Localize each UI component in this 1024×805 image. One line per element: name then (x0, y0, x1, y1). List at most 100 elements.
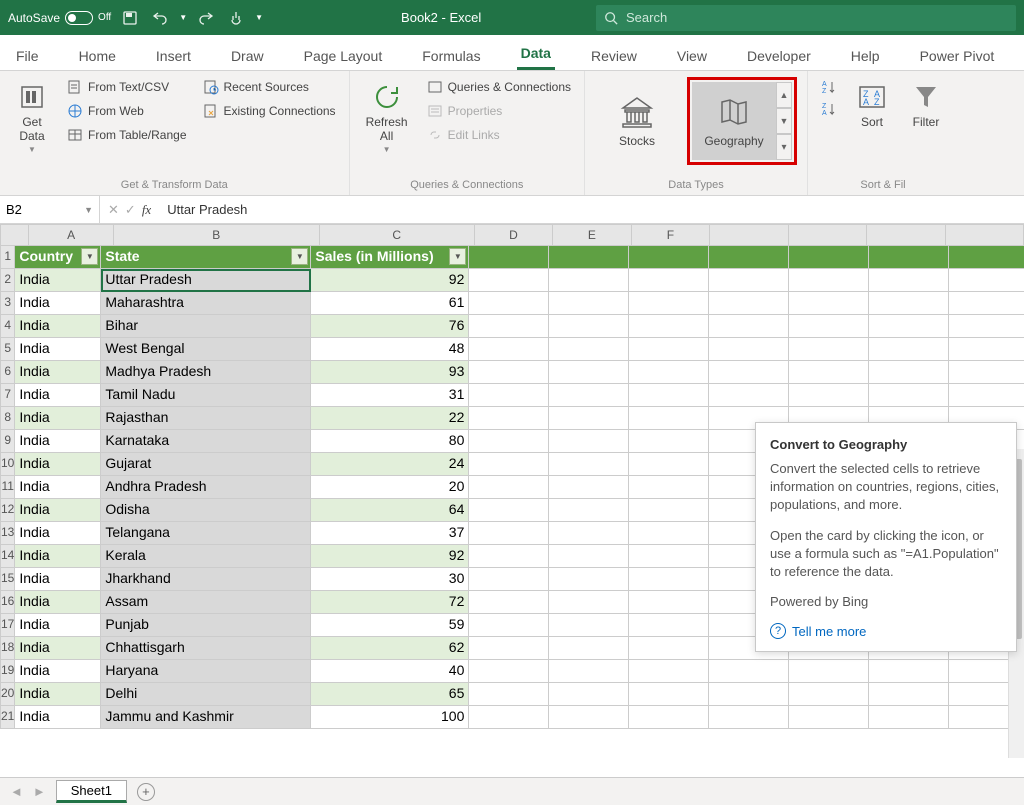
cell[interactable] (469, 384, 549, 407)
cell[interactable] (469, 614, 549, 637)
cell[interactable]: Gujarat (101, 453, 311, 476)
row-header[interactable]: 7 (0, 384, 15, 407)
tab-power-pivot[interactable]: Power Pivot (916, 48, 999, 70)
cell[interactable] (629, 476, 709, 499)
cell[interactable]: Chhattisgarh (101, 637, 311, 660)
cell[interactable]: Assam (101, 591, 311, 614)
cell[interactable] (469, 292, 549, 315)
cell[interactable] (549, 683, 629, 706)
cell[interactable]: 24 (311, 453, 469, 476)
cell[interactable]: Madhya Pradesh (101, 361, 311, 384)
undo-icon[interactable] (149, 7, 171, 29)
row-header[interactable]: 14 (0, 545, 15, 568)
cell[interactable] (789, 315, 869, 338)
cell[interactable]: India (15, 315, 101, 338)
cell[interactable] (629, 499, 709, 522)
cell[interactable] (549, 407, 629, 430)
cell[interactable] (629, 430, 709, 453)
name-box[interactable]: B2▼ (0, 196, 100, 223)
cell[interactable]: India (15, 361, 101, 384)
cell[interactable] (869, 292, 949, 315)
cell[interactable]: 30 (311, 568, 469, 591)
cell[interactable] (709, 338, 789, 361)
cell[interactable] (629, 568, 709, 591)
cell[interactable] (549, 361, 629, 384)
sheet-nav-prev[interactable]: ◄ (10, 784, 23, 799)
cell[interactable] (869, 384, 949, 407)
autosave-toggle[interactable]: AutoSave Off (8, 11, 111, 25)
touch-mode-icon[interactable] (225, 7, 247, 29)
data-type-up[interactable]: ▲ (776, 82, 792, 108)
cell[interactable] (629, 292, 709, 315)
filter-button[interactable]: Filter (904, 77, 948, 133)
refresh-all-button[interactable]: Refresh All ▼ (360, 77, 414, 158)
data-type-more[interactable]: ▾ (776, 134, 792, 160)
table-header-a[interactable]: Country▼ (15, 246, 101, 269)
redo-icon[interactable] (195, 7, 217, 29)
formula-bar[interactable]: Uttar Pradesh (159, 202, 1024, 217)
row-header[interactable]: 12 (0, 499, 15, 522)
queries-connections-button[interactable]: Queries & Connections (424, 77, 574, 97)
sort-asc-button[interactable]: AZ (818, 77, 840, 97)
cell[interactable]: Tamil Nadu (101, 384, 311, 407)
cell[interactable]: Uttar Pradesh (101, 269, 311, 292)
from-table-range-button[interactable]: From Table/Range (64, 125, 190, 145)
tab-data[interactable]: Data (517, 45, 555, 70)
cell[interactable] (629, 545, 709, 568)
cell[interactable]: 92 (311, 269, 469, 292)
cell[interactable]: India (15, 522, 101, 545)
cell[interactable] (549, 315, 629, 338)
cell[interactable] (789, 706, 869, 729)
cell[interactable] (629, 338, 709, 361)
existing-connections-button[interactable]: Existing Connections (200, 101, 339, 121)
tab-review[interactable]: Review (587, 48, 641, 70)
cancel-formula-icon[interactable]: ✕ (108, 202, 119, 218)
cell[interactable]: Jharkhand (101, 568, 311, 591)
row-header[interactable]: 18 (0, 637, 15, 660)
tab-file[interactable]: File (12, 48, 43, 70)
cell[interactable]: Punjab (101, 614, 311, 637)
cell[interactable]: India (15, 568, 101, 591)
cell[interactable] (549, 476, 629, 499)
sheet-tab-active[interactable]: Sheet1 (56, 780, 127, 803)
cell[interactable] (629, 614, 709, 637)
cell[interactable] (469, 338, 549, 361)
cell[interactable]: 72 (311, 591, 469, 614)
row-header[interactable]: 3 (0, 292, 15, 315)
cell[interactable] (789, 269, 869, 292)
cell[interactable]: India (15, 637, 101, 660)
table-header-c[interactable]: Sales (in Millions)▼ (311, 246, 469, 269)
cell[interactable]: India (15, 476, 101, 499)
col-header-j[interactable] (946, 224, 1024, 246)
cell[interactable]: Karnataka (101, 430, 311, 453)
cell[interactable]: 61 (311, 292, 469, 315)
cell[interactable]: India (15, 292, 101, 315)
cell[interactable]: Rajasthan (101, 407, 311, 430)
cell[interactable] (629, 706, 709, 729)
cell[interactable] (549, 706, 629, 729)
tab-home[interactable]: Home (75, 48, 120, 70)
sort-desc-button[interactable]: ZA (818, 99, 840, 119)
cell[interactable]: India (15, 614, 101, 637)
cell[interactable]: Kerala (101, 545, 311, 568)
col-header-g[interactable] (710, 224, 788, 246)
cell[interactable]: India (15, 407, 101, 430)
cell[interactable] (549, 545, 629, 568)
stocks-data-type[interactable]: Stocks (595, 82, 679, 160)
save-icon[interactable] (119, 7, 141, 29)
cell[interactable] (709, 269, 789, 292)
cell[interactable] (789, 292, 869, 315)
data-type-down[interactable]: ▼ (776, 108, 792, 134)
from-web-button[interactable]: From Web (64, 101, 190, 121)
cell[interactable]: India (15, 591, 101, 614)
sheet-nav-next[interactable]: ► (33, 784, 46, 799)
cell[interactable]: Telangana (101, 522, 311, 545)
recent-sources-button[interactable]: Recent Sources (200, 77, 339, 97)
filter-dropdown-icon[interactable]: ▼ (291, 248, 308, 265)
filter-dropdown-icon[interactable]: ▼ (449, 248, 466, 265)
cell[interactable] (469, 660, 549, 683)
cell[interactable] (469, 706, 549, 729)
cell[interactable] (629, 315, 709, 338)
col-header-a[interactable]: A (29, 224, 113, 246)
geography-data-type[interactable]: Geography (692, 82, 776, 160)
